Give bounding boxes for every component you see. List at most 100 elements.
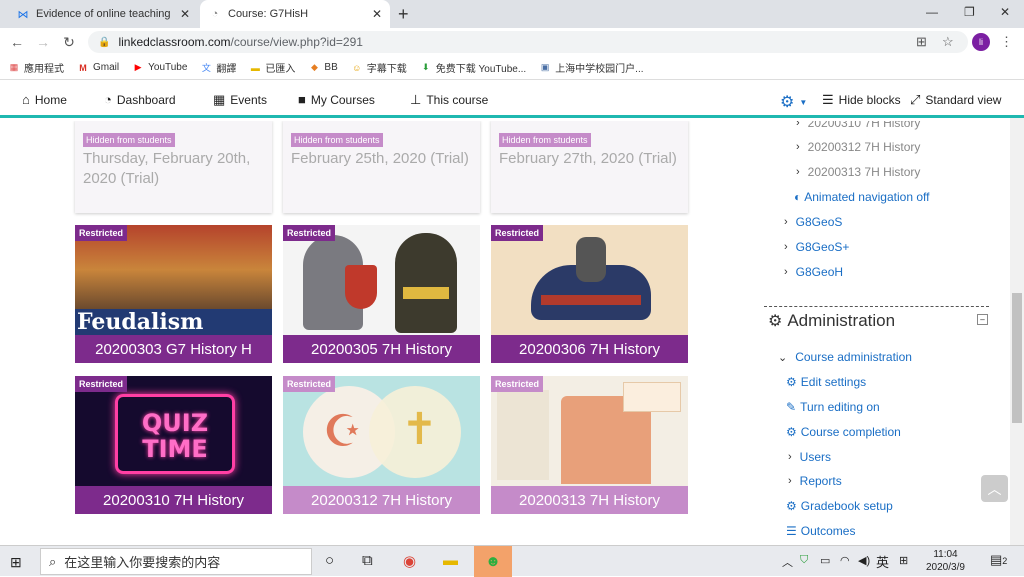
menu-icon[interactable]: ⋮ (1000, 34, 1013, 50)
back-icon[interactable]: ← (4, 34, 30, 50)
browser-tab-evidence[interactable]: ⋈ Evidence of online teaching - [ ✕ (8, 0, 198, 28)
course-card[interactable]: Feudalism Restricted 20200303 G7 History… (75, 225, 272, 363)
translate-icon[interactable]: ⊞ (916, 34, 927, 50)
sidebar-item-g8geos[interactable]: › G8GeoS (784, 215, 842, 229)
url-field[interactable]: 🔒 linkedclassroom.com /course/view.php?i… (88, 31, 968, 53)
quiz-time-image: QUIZ TIME (75, 376, 272, 488)
course-card-hidden[interactable]: Hidden from students February 25th, 2020… (283, 121, 480, 213)
users-link[interactable]: › Users (788, 450, 831, 464)
search-icon: ⌕ (49, 553, 57, 569)
gears-icon: ⚙ (768, 313, 783, 330)
chevron-right-icon: › (796, 166, 800, 178)
translate-icon: 文 (201, 63, 211, 73)
sidebar-item-g8geosplus[interactable]: › G8GeoS+ (784, 240, 849, 254)
star-icon[interactable]: ☆ (942, 34, 954, 50)
quiz-time-text: QUIZ TIME (141, 409, 209, 463)
forward-icon[interactable]: → (30, 34, 56, 50)
nav-home[interactable]: ⌂ Home (22, 92, 67, 107)
knight-samurai-image (283, 225, 480, 337)
bookmark-youtube-dl[interactable]: ⬇ 免费下载 YouTube... (420, 60, 526, 75)
chevron-right-icon: › (784, 216, 788, 228)
folder-icon: ▬ (250, 62, 260, 73)
keyboard-icon[interactable]: ⊞ (899, 554, 908, 567)
bookmark-subtitle[interactable]: ☺ 字幕下载 (351, 60, 407, 76)
sidebar-course-link[interactable]: › 20200313 7H History (796, 165, 920, 179)
nav-dashboard[interactable]: ◔ Dashboard (104, 92, 176, 107)
minimize-icon[interactable]: — (926, 5, 938, 19)
bookmarks-bar: ▦ 應用程式 M Gmail ▶ YouTube 文翻譯 ▬ 已匯入 ◆ BB ☺ 字幕下载… (0, 56, 1024, 80)
course-title: 20200310 7H History (75, 486, 272, 514)
gradebook-setup-link[interactable]: ⚙ Gradebook setup (786, 499, 893, 513)
nav-events[interactable]: ▦ Events (213, 92, 267, 108)
sidebar-course-link[interactable]: › 20200312 7H History (796, 140, 920, 154)
close-icon[interactable]: ✕ (180, 7, 190, 21)
lock-icon: 🔒 (98, 36, 111, 48)
notifications-icon[interactable]: ▤2 (990, 552, 1007, 568)
course-completion-link[interactable]: ⚙ Course completion (786, 425, 901, 439)
reports-link[interactable]: › Reports (788, 474, 842, 488)
shield-icon[interactable]: ⛉ (800, 554, 808, 567)
course-card-hidden[interactable]: Hidden from students February 27th, 2020… (491, 121, 688, 213)
battery-icon[interactable]: ▭ (820, 554, 830, 567)
bookmark-gmail[interactable]: M Gmail (77, 62, 119, 74)
bookmark-bb[interactable]: ◆ BB (308, 62, 338, 74)
scrollbar[interactable] (1010, 118, 1024, 545)
bookmark-apps[interactable]: ▦ 應用程式 (8, 60, 64, 75)
avatar[interactable]: li (972, 33, 990, 51)
edit-settings-link[interactable]: ⚙ Edit settings (786, 375, 866, 389)
restricted-badge: Restricted (491, 376, 544, 392)
collapse-block-icon[interactable]: – (977, 314, 988, 325)
list-icon: ☰ (786, 524, 797, 538)
bookmark-imported[interactable]: ▬ 已匯入 (249, 60, 296, 76)
sidebar-course-link[interactable]: › 20200310 7H History (796, 121, 920, 130)
clock[interactable]: 11:04 2020/3/9 (926, 548, 965, 574)
toggle-icon: ◐ (794, 190, 802, 204)
gear-icon: ⚙ (786, 499, 797, 513)
back-to-top-button[interactable]: ︿ (981, 475, 1008, 502)
course-card[interactable]: Restricted 20200305 7H History (283, 225, 480, 363)
pencil-icon: ✎ (786, 400, 797, 414)
gear-icon: ⚙ (786, 425, 797, 439)
new-tab-button[interactable]: + (398, 4, 409, 25)
course-administration[interactable]: ⌄ Course administration (778, 350, 912, 364)
file-explorer-icon[interactable]: ▬ (443, 552, 458, 569)
hide-blocks-button[interactable]: ☰ Hide blocks (822, 92, 901, 108)
wifi-icon[interactable]: ◠ (840, 554, 850, 567)
bookmark-translate[interactable]: 文翻譯 (200, 60, 237, 75)
bb-icon: ◆ (310, 62, 318, 72)
chrome-icon[interactable]: ◉ (403, 552, 416, 570)
taskbar-search-input[interactable]: ⌕ 在这里输入你要搜索的内容 (40, 548, 312, 575)
nav-this-course[interactable]: ⊥ This course (410, 92, 488, 108)
course-card-hidden[interactable]: Hidden from students Thursday, February … (75, 121, 272, 213)
settings-menu[interactable]: ⚙ ▼ (780, 92, 807, 112)
browser-tab-course[interactable]: ◔ Course: G7HisH ✕ (200, 0, 390, 28)
course-card[interactable]: ☪ ✝ Restricted 20200312 7H History (283, 376, 480, 514)
cortana-icon[interactable]: ○ (325, 552, 334, 569)
wechat-icon[interactable]: ☻ (474, 546, 512, 577)
course-card[interactable]: Restricted 20200313 7H History (491, 376, 688, 514)
bookmark-school[interactable]: ▣ 上海中学校园门户... (539, 60, 644, 75)
knight-horse-image (491, 225, 688, 337)
windows-start-icon[interactable]: ⊞ (10, 554, 22, 571)
volume-icon[interactable]: ◀) (858, 554, 870, 567)
smiley-icon: ☺ (352, 62, 362, 73)
ime-indicator[interactable]: 英 (876, 552, 889, 571)
course-card[interactable]: Restricted 20200306 7H History (491, 225, 688, 363)
bookmark-youtube[interactable]: ▶ YouTube (132, 62, 188, 74)
standard-view-button[interactable]: ⤢ Standard view (910, 92, 1001, 108)
reload-icon[interactable]: ↻ (56, 34, 82, 51)
nav-my-courses[interactable]: ■ My Courses (298, 92, 375, 107)
window-close-icon[interactable]: ✕ (1000, 5, 1010, 19)
scrollbar-thumb[interactable] (1012, 293, 1022, 423)
sidebar-item-g8geoh[interactable]: › G8GeoH (784, 265, 843, 279)
chevron-right-icon: › (796, 141, 800, 153)
course-card[interactable]: QUIZ TIME Restricted 20200310 7H History (75, 376, 272, 514)
turn-editing-on-link[interactable]: ✎ Turn editing on (786, 400, 880, 414)
close-icon[interactable]: ✕ (372, 7, 382, 21)
chevron-right-icon: › (788, 475, 792, 487)
restore-icon[interactable]: ❐ (964, 5, 975, 19)
animated-navigation-toggle[interactable]: ◐ Animated navigation off (794, 190, 929, 204)
outcomes-link[interactable]: ☰ Outcomes (786, 524, 855, 538)
tray-chevron-icon[interactable]: ︿ (782, 554, 793, 570)
task-view-icon[interactable]: ⧉ (362, 552, 373, 569)
